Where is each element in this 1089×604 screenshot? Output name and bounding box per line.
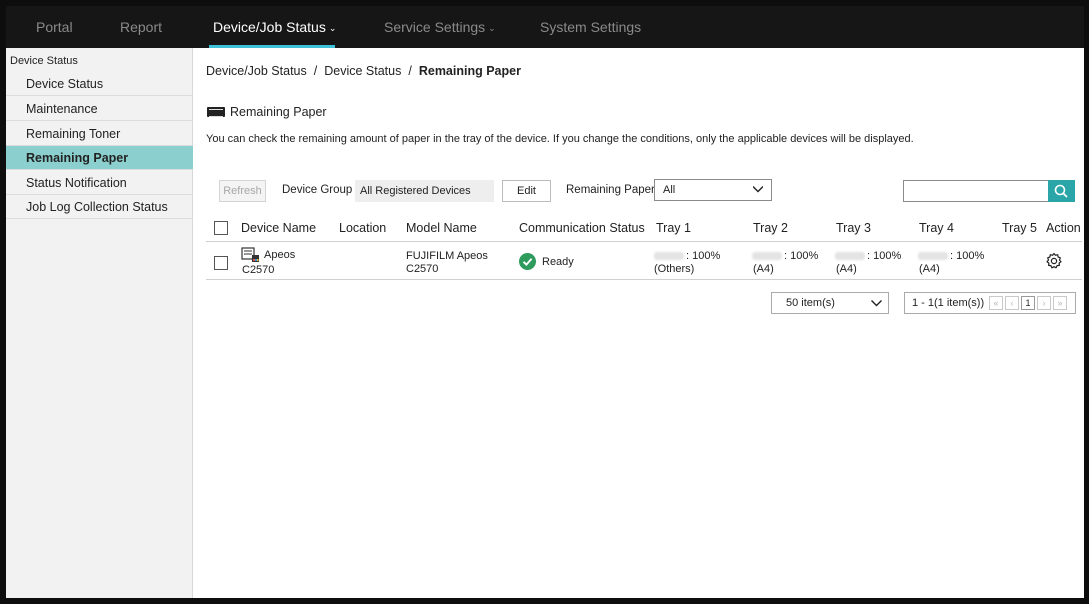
- redacted-tray-name: [918, 252, 948, 261]
- items-per-page-select[interactable]: 50 item(s): [771, 292, 889, 314]
- search-icon: [1054, 184, 1068, 198]
- chevron-down-icon: ⌄: [488, 23, 496, 33]
- chevron-down-icon: [753, 186, 763, 193]
- pagination-controls: 1 - 1(1 item(s)) « ‹ 1 › »: [904, 292, 1076, 314]
- items-per-page-value: 50 item(s): [786, 297, 835, 309]
- search-input[interactable]: [903, 180, 1049, 202]
- tray-4-level: : 100%: [918, 250, 984, 262]
- page-description: You can check the remaining amount of pa…: [206, 133, 914, 145]
- device-name-line1[interactable]: Apeos: [264, 249, 295, 261]
- table-header-divider: [206, 241, 1082, 242]
- col-action: Action: [1046, 221, 1081, 235]
- breadcrumb: Device/Job Status / Device Status / Remainin…: [206, 64, 521, 78]
- nav-system-settings[interactable]: System Settings: [540, 19, 641, 35]
- sidebar-item-remaining-paper[interactable]: Remaining Paper: [6, 146, 193, 170]
- tray-2-size: (A4): [753, 263, 774, 275]
- breadcrumb-device-job-status[interactable]: Device/Job Status: [206, 64, 307, 78]
- redacted-tray-name: [835, 252, 865, 261]
- breadcrumb-separator: /: [408, 64, 412, 78]
- chevron-down-icon: ⌄: [328, 23, 337, 33]
- sidebar-item-status-notification[interactable]: Status Notification: [6, 171, 193, 195]
- sidebar-item-maintenance[interactable]: Maintenance: [6, 97, 193, 121]
- nav-service-settings-label: Service Settings: [384, 19, 486, 35]
- tray-2-percent: : 100%: [784, 250, 819, 262]
- first-page-button[interactable]: «: [989, 296, 1003, 310]
- printer-device-icon: [241, 247, 259, 262]
- tray-2-level: : 100%: [752, 250, 818, 262]
- model-name-line2: C2570: [406, 263, 439, 275]
- col-communication-status[interactable]: Communication Status: [519, 221, 645, 235]
- communication-status-text: Ready: [542, 256, 574, 268]
- next-page-button[interactable]: ›: [1037, 296, 1051, 310]
- sidebar-item-device-status[interactable]: Device Status: [6, 72, 193, 96]
- current-page[interactable]: 1: [1021, 296, 1035, 310]
- tray-3-percent: : 100%: [867, 250, 902, 262]
- remaining-paper-select-value: All: [663, 184, 676, 196]
- nav-device-job-status-label: Device/Job Status: [213, 19, 326, 35]
- tray-3-level: : 100%: [835, 250, 901, 262]
- device-group-label: Device Group: [282, 184, 353, 196]
- page-title-text: Remaining Paper: [230, 105, 327, 119]
- redacted-tray-name: [752, 252, 782, 261]
- tray-3-size: (A4): [836, 263, 857, 275]
- chevron-down-icon: [871, 300, 882, 307]
- sidebar-item-remaining-toner[interactable]: Remaining Toner: [6, 122, 193, 146]
- col-tray-4[interactable]: Tray 4: [919, 221, 954, 235]
- col-tray-1[interactable]: Tray 1: [656, 221, 691, 235]
- tray-1-percent: : 100%: [686, 250, 721, 262]
- sidebar-item-job-log-collection-status[interactable]: Job Log Collection Status: [6, 195, 193, 219]
- pagination-range: 1 - 1(1 item(s)): [912, 297, 985, 309]
- main-content: Device/Job Status / Device Status / Remainin…: [193, 48, 1084, 604]
- col-tray-2[interactable]: Tray 2: [753, 221, 788, 235]
- tray-1-level: : 100%: [654, 250, 720, 262]
- page-title: Remaining Paper: [207, 105, 327, 119]
- tray-4-percent: : 100%: [950, 250, 985, 262]
- col-tray-5[interactable]: Tray 5: [1002, 221, 1037, 235]
- sidebar: Device Status Device Status Maintenance …: [6, 48, 193, 604]
- col-model-name[interactable]: Model Name: [406, 221, 477, 235]
- prev-page-button[interactable]: ‹: [1005, 296, 1019, 310]
- nav-portal[interactable]: Portal: [36, 19, 73, 35]
- sidebar-group-label: Device Status: [10, 55, 78, 67]
- top-nav-bar: Portal Report Device/Job Status ⌄ Service…: [0, 0, 1089, 48]
- breadcrumb-device-status[interactable]: Device Status: [324, 64, 401, 78]
- breadcrumb-current: Remaining Paper: [418, 64, 521, 78]
- row-checkbox[interactable]: [214, 256, 228, 270]
- search-button[interactable]: [1048, 180, 1075, 202]
- select-all-checkbox[interactable]: [214, 221, 228, 235]
- check-icon: [522, 258, 533, 266]
- edit-button[interactable]: Edit: [502, 180, 551, 202]
- device-group-field: All Registered Devices: [355, 180, 494, 202]
- tray-4-size: (A4): [919, 263, 940, 275]
- gear-icon[interactable]: [1045, 252, 1063, 270]
- refresh-button[interactable]: Refresh: [219, 180, 266, 202]
- breadcrumb-separator: /: [313, 64, 318, 78]
- device-name-line2[interactable]: C2570: [242, 264, 274, 276]
- nav-service-settings[interactable]: Service Settings ⌄: [384, 19, 496, 35]
- tray-1-size: (Others): [654, 263, 695, 275]
- col-tray-3[interactable]: Tray 3: [836, 221, 871, 235]
- col-location[interactable]: Location: [339, 221, 386, 235]
- table-row-divider: [206, 279, 1082, 280]
- last-page-button[interactable]: »: [1053, 296, 1067, 310]
- remaining-paper-select[interactable]: All: [654, 179, 772, 201]
- redacted-tray-name: [654, 252, 684, 261]
- paper-tray-icon: [207, 107, 225, 117]
- nav-report[interactable]: Report: [120, 19, 162, 35]
- ready-status-icon: [519, 253, 536, 270]
- col-device-name[interactable]: Device Name: [241, 221, 316, 235]
- nav-device-job-status[interactable]: Device/Job Status ⌄: [213, 19, 336, 35]
- remaining-paper-filter-label: Remaining Paper: [566, 184, 655, 196]
- model-name-line1: FUJIFILM Apeos: [406, 250, 488, 262]
